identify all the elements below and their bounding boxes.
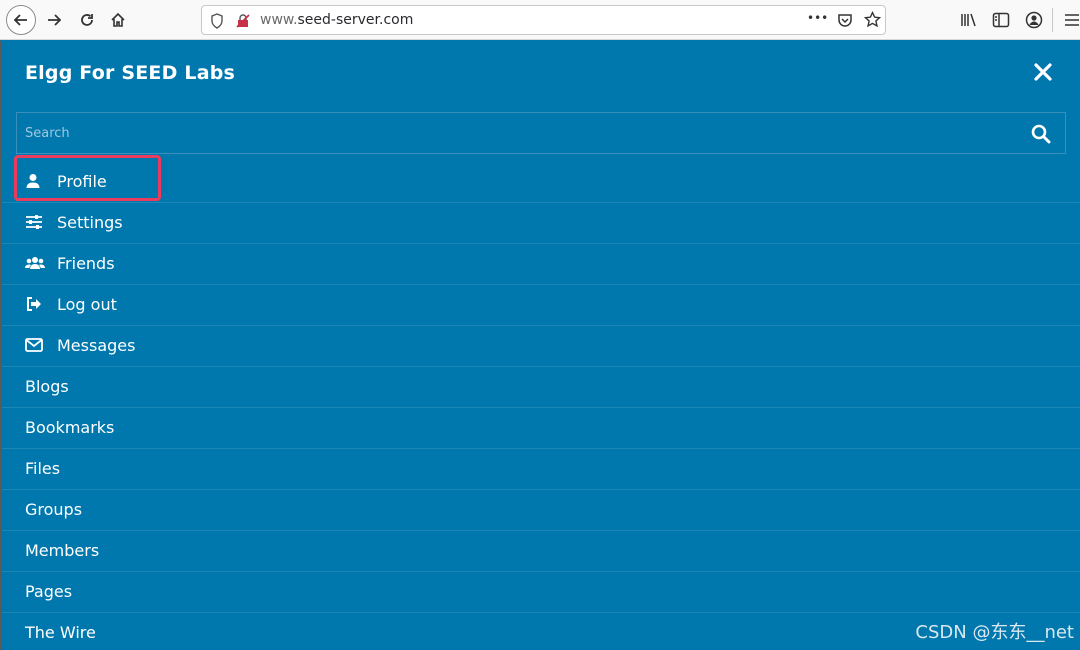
menu-item-groups[interactable]: Groups <box>25 494 82 524</box>
library-icon[interactable] <box>960 12 978 28</box>
shield-icon <box>211 13 223 29</box>
sliders-icon <box>25 213 49 231</box>
watermark: CSDN @东东__net <box>915 622 1074 643</box>
search-input[interactable]: Search <box>25 126 70 141</box>
pocket-icon[interactable] <box>837 12 853 28</box>
menu-item-messages[interactable]: Messages <box>25 330 135 360</box>
divider <box>0 448 1080 449</box>
sidebar-icon[interactable] <box>992 12 1010 28</box>
url-text[interactable]: www.seed-server.com <box>260 12 413 28</box>
menu-item-label: Log out <box>57 294 117 314</box>
users-icon <box>25 254 49 272</box>
envelope-icon <box>25 336 49 354</box>
menu-item-label: The Wire <box>25 622 96 642</box>
browser-toolbar: www.seed-server.com ••• <box>0 0 1080 40</box>
menu-item-label: Blogs <box>25 376 69 396</box>
menu-item-members[interactable]: Members <box>25 535 99 565</box>
menu-item-bookmarks[interactable]: Bookmarks <box>25 412 114 442</box>
search-field[interactable]: Search <box>16 112 1066 154</box>
divider <box>0 325 1080 326</box>
menu-item-the-wire[interactable]: The Wire <box>25 617 96 647</box>
panel-edge <box>0 41 2 650</box>
home-icon <box>111 12 125 27</box>
sign-out-icon <box>25 295 49 313</box>
toolbar-divider <box>1052 8 1053 32</box>
menu-item-label: Messages <box>57 335 136 355</box>
menu-item-label: Bookmarks <box>25 417 115 437</box>
divider <box>0 366 1080 367</box>
divider <box>0 571 1080 572</box>
insecure-lock-icon <box>236 14 250 28</box>
home-button[interactable] <box>104 6 132 34</box>
divider <box>0 407 1080 408</box>
divider <box>0 530 1080 531</box>
site-title[interactable]: Elgg For SEED Labs <box>25 62 235 84</box>
hamburger-menu-icon[interactable] <box>1064 12 1080 28</box>
menu-item-pages[interactable]: Pages <box>25 576 72 606</box>
reload-icon <box>81 14 93 26</box>
page-actions-button[interactable]: ••• <box>807 11 828 25</box>
menu-item-label: Members <box>25 540 100 560</box>
mobile-menu-panel: Elgg For SEED Labs Search Profile Settin… <box>0 41 1080 650</box>
arrow-left-icon <box>13 14 27 26</box>
profile-highlight-box <box>14 155 161 201</box>
menu-item-label: Files <box>25 458 61 478</box>
close-icon[interactable] <box>1030 59 1056 85</box>
account-icon[interactable] <box>1025 11 1043 29</box>
divider <box>0 284 1080 285</box>
back-button[interactable] <box>6 5 36 35</box>
menu-item-friends[interactable]: Friends <box>25 248 115 278</box>
menu-item-files[interactable]: Files <box>25 453 60 483</box>
search-icon[interactable] <box>1031 124 1051 144</box>
arrow-right-icon <box>48 14 62 26</box>
divider <box>0 243 1080 244</box>
url-prefix: www. <box>260 12 298 28</box>
menu-item-blogs[interactable]: Blogs <box>25 371 69 401</box>
reload-button[interactable] <box>73 6 101 34</box>
menu-item-label: Groups <box>25 499 83 519</box>
forward-button[interactable] <box>40 6 68 34</box>
bookmark-star-icon[interactable] <box>864 11 881 28</box>
divider <box>0 612 1080 613</box>
menu-item-label: Pages <box>25 581 73 601</box>
divider <box>0 202 1080 203</box>
menu-item-label: Friends <box>57 253 115 273</box>
menu-item-settings[interactable]: Settings <box>25 207 123 237</box>
address-bar[interactable]: www.seed-server.com ••• <box>201 5 886 35</box>
menu-item-logout[interactable]: Log out <box>25 289 117 319</box>
divider <box>0 489 1080 490</box>
url-domain: seed-server.com <box>297 12 414 28</box>
menu-item-label: Settings <box>57 212 123 232</box>
